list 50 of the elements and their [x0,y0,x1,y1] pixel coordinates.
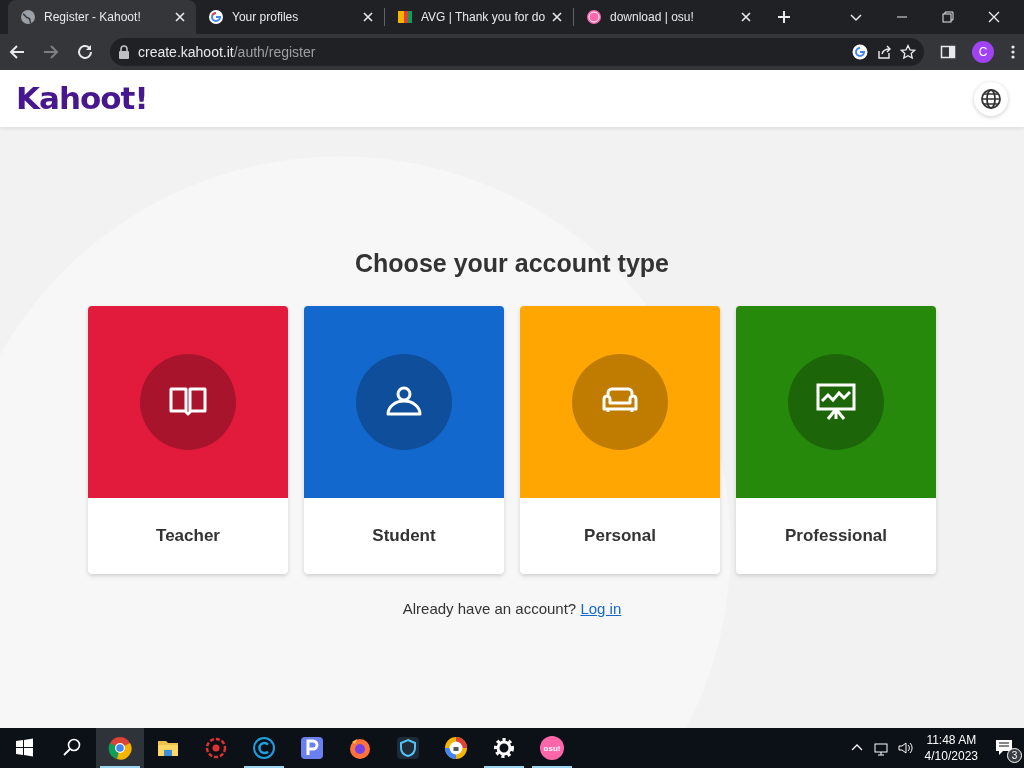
browser-tab[interactable]: download | osu! [574,0,762,34]
globe-icon[interactable] [980,87,1002,110]
page-heading: Choose your account type [355,248,669,278]
side-panel-icon[interactable] [940,44,956,60]
copyright-icon [252,736,276,760]
lock-icon [118,45,130,59]
taskbar-app[interactable] [96,728,144,768]
shield-icon [396,736,420,760]
letter-p-tile-icon [300,736,324,760]
clock[interactable]: 11:48 AM 4/10/2023 [916,732,986,764]
account-type-card[interactable]: Personal [520,306,720,574]
browser-tab[interactable]: Register - Kahoot! [8,0,196,34]
back-icon[interactable] [8,43,26,61]
logo[interactable]: Kahoot! [16,75,148,122]
account-type-card[interactable]: Teacher [88,306,288,574]
restore-icon[interactable] [940,9,956,25]
card-label: Teacher [156,525,220,548]
osu-icon: osu! [540,736,564,760]
language-button[interactable] [974,81,1008,116]
star-icon[interactable] [900,44,916,60]
colorful-squares-icon [397,9,413,25]
browser-tab[interactable]: Your profiles [196,0,384,34]
network-icon[interactable] [872,740,889,756]
share-icon[interactable] [876,44,892,60]
clock-time: 11:48 AM [925,732,978,748]
notification-count: 3 [1007,748,1022,763]
google-icon[interactable] [852,44,868,60]
card-label: Personal [584,525,656,548]
close-icon[interactable] [986,9,1002,25]
url-text: create.kahoot.it/auth/register [138,42,317,62]
new-tab-icon[interactable] [776,9,792,25]
address-bar[interactable]: create.kahoot.it/auth/register [110,38,924,66]
card-label: Professional [784,525,887,548]
profile-avatar[interactable]: C [972,41,994,63]
card-label: Student [372,525,436,548]
account-type-card[interactable]: Student [304,306,504,574]
gear-icon [492,736,516,760]
chrome-icon [108,736,132,760]
account-type-card[interactable]: Professional [736,306,936,574]
volume-icon[interactable] [896,740,913,756]
reload-icon[interactable] [76,43,94,61]
login-prompt: Already have an account? Log in [402,599,622,619]
browser-tab[interactable]: AVG | Thank you for do [385,0,573,34]
more-icon[interactable] [1010,44,1016,60]
login-link[interactable]: Log in [580,600,622,617]
google-icon [208,9,224,25]
globe-icon [20,9,36,25]
clock-date: 4/10/2023 [924,748,978,764]
forward-icon[interactable] [42,43,60,61]
osu-logo-icon [586,9,602,25]
